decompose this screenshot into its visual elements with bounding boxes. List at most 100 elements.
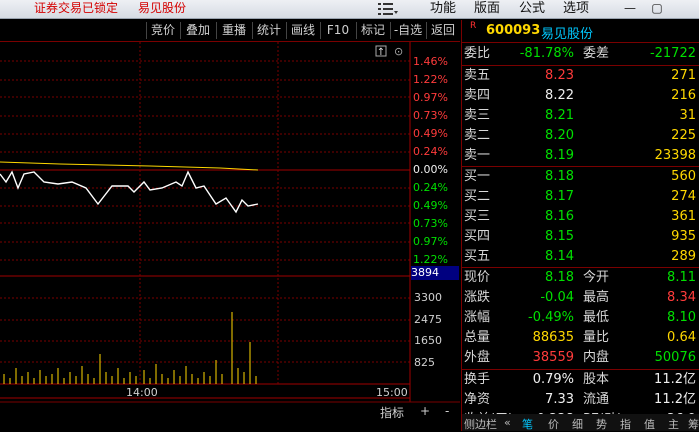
stat2-row: 净资 7.33 流通 11.2亿: [462, 390, 699, 410]
stat-row: 涨跌 -0.04 最高 8.34: [462, 288, 699, 308]
stat-value: 8.11: [667, 270, 696, 285]
sell-volume: 225: [671, 128, 696, 143]
settings-circle-icon[interactable]: ⊙: [394, 45, 403, 58]
stat-value: 8.10: [667, 310, 696, 325]
margin-marker: R: [470, 21, 477, 31]
menu-function[interactable]: 功能: [430, 0, 456, 17]
weicha-label: 委差: [583, 46, 610, 61]
volume-label: 825: [414, 356, 435, 369]
sell-price: 8.19: [545, 148, 574, 163]
mark-button[interactable]: 标记: [356, 22, 389, 39]
sell-2-row[interactable]: 卖二 8.20 225: [462, 126, 699, 146]
stat-value: -0.04: [540, 290, 574, 305]
sell-5-row[interactable]: 卖五 8.23 271: [462, 66, 699, 86]
sell-label: 卖四: [464, 88, 491, 103]
replay-button[interactable]: 重播: [216, 22, 251, 39]
sell-3-row[interactable]: 卖三 8.21 31: [462, 106, 699, 126]
sell-volume: 31: [679, 108, 696, 123]
bottom-tab[interactable]: 价: [548, 416, 559, 432]
pct-label: 1.22%: [413, 73, 448, 86]
volume-cursor-label: 3894: [411, 266, 459, 280]
stat2-row: 换手 0.79% 股本 11.2亿: [462, 370, 699, 390]
bid-button[interactable]: 竞价: [146, 22, 179, 39]
trade-lock-status[interactable]: 证券交易已锁定: [34, 0, 118, 17]
sell-price: 8.22: [545, 88, 574, 103]
up-arrow-icon: ↑: [377, 47, 385, 58]
indicator-button[interactable]: 指标: [380, 404, 404, 421]
menu-options[interactable]: 选项: [563, 0, 589, 17]
stock-code: 600093: [486, 23, 541, 38]
buy-label: 买三: [464, 209, 491, 224]
stats-button[interactable]: 统计: [252, 22, 285, 39]
buy-1-row[interactable]: 买一 8.18 560: [462, 167, 699, 187]
menu-formula[interactable]: 公式: [519, 0, 545, 17]
weibi-label: 委比: [464, 46, 491, 61]
list-menu-icon[interactable]: [378, 2, 398, 16]
buy-price: 8.15: [545, 229, 574, 244]
sell-label: 卖一: [464, 148, 491, 163]
bottom-tab[interactable]: 筹: [688, 416, 699, 432]
sell-price: 8.23: [545, 68, 574, 83]
stat-label: 现价: [464, 270, 491, 285]
stat-label: 量比: [583, 330, 610, 345]
buy-4-row[interactable]: 买四 8.15 935: [462, 227, 699, 247]
buy-label: 买五: [464, 249, 491, 264]
bottom-tab[interactable]: 笔: [522, 416, 533, 432]
sell-1-row[interactable]: 卖一 8.19 23398: [462, 146, 699, 166]
stat2-label: 净资: [464, 392, 491, 407]
buy-volume: 289: [671, 249, 696, 264]
buy-volume: 361: [671, 209, 696, 224]
sell-label: 卖二: [464, 128, 491, 143]
quote-panel: R 600093 易见股份 委比 -81.78% 委差 -21722 卖五 8.2…: [461, 20, 699, 431]
stat-row: 总量 88635 量比 0.64: [462, 328, 699, 348]
f10-button[interactable]: F10: [320, 22, 355, 39]
minimize-button[interactable]: —: [619, 1, 641, 16]
time-label-1500: 15:00: [376, 386, 408, 399]
bottom-tab[interactable]: 主: [668, 416, 679, 432]
stat-label: 涨跌: [464, 290, 491, 305]
stat-row: 外盘 38559 内盘 50076: [462, 348, 699, 368]
buy-5-row[interactable]: 买五 8.14 289: [462, 247, 699, 267]
buy-3-row[interactable]: 买三 8.16 361: [462, 207, 699, 227]
sell-4-row[interactable]: 卖四 8.22 216: [462, 86, 699, 106]
stat2-label: 流通: [583, 392, 610, 407]
stat-row: 现价 8.18 今开 8.11: [462, 268, 699, 288]
average-price-line: [0, 161, 259, 171]
bottom-tab[interactable]: 势: [596, 416, 607, 432]
overlay-button[interactable]: 叠加: [180, 22, 215, 39]
back-button[interactable]: 返回: [426, 22, 459, 39]
buy-2-row[interactable]: 买二 8.17 274: [462, 187, 699, 207]
stat-label: 内盘: [583, 350, 610, 365]
bottom-tab-bar: 侧边栏 « 笔价细势指值主筹: [462, 414, 699, 431]
intraday-chart[interactable]: ↑ ⊙ 14:00 15:00 1.46% 1.22% 0.97% 0.73% …: [0, 42, 460, 431]
bottom-tab[interactable]: 细: [572, 416, 583, 432]
remove-watchlist-button[interactable]: -自选: [390, 22, 425, 39]
menu-layout[interactable]: 版面: [474, 0, 500, 17]
bottom-tab[interactable]: 侧边栏: [464, 416, 497, 432]
buy-price: 8.18: [545, 169, 574, 184]
draw-line-button[interactable]: 画线: [286, 22, 319, 39]
zoom-in-button[interactable]: +: [420, 404, 430, 418]
pct-label: 0.73%: [413, 217, 448, 230]
stat-value: 38559: [532, 350, 574, 365]
stat-value: 8.34: [667, 290, 696, 305]
bottom-tab[interactable]: 值: [644, 416, 655, 432]
stat-value: 0.64: [667, 330, 696, 345]
pct-label: 0.49%: [413, 127, 448, 140]
bottom-tab[interactable]: 指: [620, 416, 631, 432]
chart-toolbar: 竞价 叠加 重播 统计 画线 F10 标记 -自选 返回: [0, 20, 460, 42]
stat-label: 最高: [583, 290, 610, 305]
title-stock-name: 易见股份: [138, 1, 187, 15]
stock-name: 易见股份: [541, 27, 594, 42]
zero-pct-label: 0.00%: [413, 163, 448, 176]
buy-volume: 935: [671, 229, 696, 244]
stat2-value: 7.33: [545, 392, 574, 407]
bottom-tab[interactable]: «: [504, 416, 511, 429]
sell-label: 卖五: [464, 68, 491, 83]
sell-price: 8.20: [545, 128, 574, 143]
buy-label: 买一: [464, 169, 491, 184]
pct-label: 0.97%: [413, 235, 448, 248]
volume-label: 3300: [414, 291, 442, 304]
restore-button[interactable]: ▢: [646, 1, 668, 16]
zoom-out-button[interactable]: -: [445, 404, 449, 418]
